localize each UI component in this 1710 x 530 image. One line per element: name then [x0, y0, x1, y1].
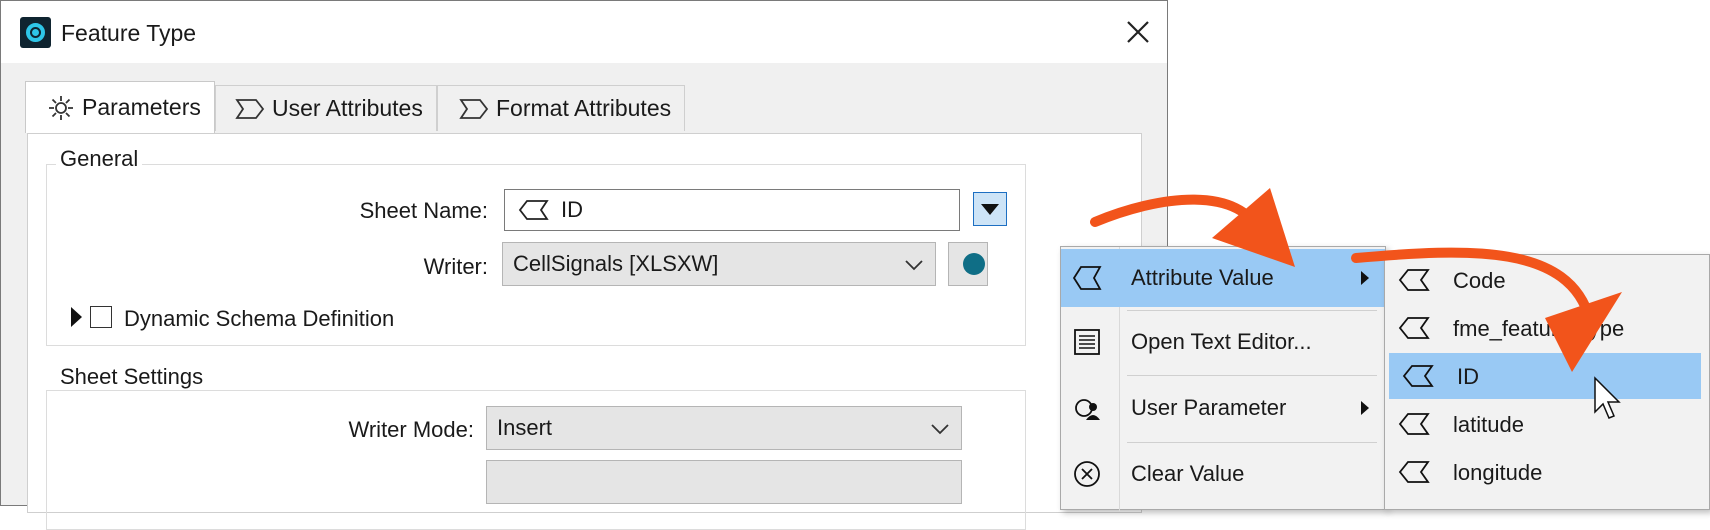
sheet-name-value: ID — [561, 197, 583, 222]
attribute-submenu: Code fme_feature_type ID latitude longit… — [1384, 254, 1710, 510]
dynamic-schema-checkbox[interactable] — [90, 306, 112, 328]
general-legend: General — [56, 146, 143, 172]
submenu-item-longitude[interactable]: longitude — [1385, 449, 1705, 495]
menu-item-clear-value[interactable]: Clear Value — [1061, 445, 1385, 503]
attribute-icon — [1398, 461, 1430, 483]
expand-triangle-icon[interactable] — [68, 304, 84, 330]
dynamic-schema-label: Dynamic Schema Definition — [124, 306, 401, 332]
next-setting-select[interactable] — [486, 460, 962, 504]
close-icon[interactable] — [1119, 13, 1157, 51]
sheet-name-label: Sheet Name: — [359, 198, 488, 223]
chevron-down-icon — [931, 424, 949, 435]
gear-icon — [49, 95, 73, 120]
attribute-icon — [1402, 365, 1434, 387]
attribute-icon — [1072, 266, 1102, 290]
submenu-item-id[interactable]: ID — [1389, 353, 1701, 399]
tab-user-attributes-label: User Attributes — [272, 95, 423, 121]
title-bar: Feature Type — [1, 1, 1167, 63]
dialog-title: Feature Type — [61, 20, 197, 46]
writer-mode-label: Writer Mode: — [348, 417, 474, 442]
submenu-item-latitude-label: latitude — [1453, 412, 1524, 437]
writer-select[interactable]: CellSignals [XLSXW] — [502, 242, 936, 286]
writer-mode-value: Insert — [497, 415, 553, 440]
feature-type-dialog: Feature Type Parameters User Attributes … — [0, 0, 1168, 530]
submenu-item-fme-feature-type-label: fme_feature_type — [1453, 316, 1625, 341]
menu-item-user-parameter[interactable]: User Parameter — [1061, 379, 1385, 437]
attribute-icon — [1398, 413, 1430, 435]
attribute-icon — [235, 98, 265, 119]
attribute-icon — [459, 98, 489, 119]
sheet-name-field[interactable]: ID — [504, 189, 960, 231]
writer-mode-select[interactable]: Insert — [486, 406, 962, 450]
writer-value: CellSignals [XLSXW] — [513, 251, 719, 276]
menu-item-clear-value-label: Clear Value — [1131, 461, 1245, 486]
submenu-item-latitude[interactable]: latitude — [1385, 401, 1705, 447]
submenu-item-longitude-label: longitude — [1453, 460, 1543, 485]
attribute-icon — [1398, 317, 1430, 339]
attribute-icon — [518, 200, 549, 220]
text-editor-icon — [1074, 329, 1100, 355]
menu-item-open-text-editor[interactable]: Open Text Editor... — [1061, 313, 1385, 371]
attribute-icon — [1398, 269, 1430, 291]
submenu-item-code-label: Code — [1453, 268, 1506, 293]
tab-format-attributes[interactable]: Format Attributes — [437, 85, 685, 131]
writer-label: Writer: — [423, 254, 488, 279]
context-menu: Attribute Value Open Text Editor... User… — [1060, 246, 1386, 511]
submenu-item-code[interactable]: Code — [1385, 257, 1705, 303]
submenu-item-fme-feature-type[interactable]: fme_feature_type — [1385, 305, 1705, 351]
sheet-settings-legend: Sheet Settings — [56, 364, 208, 390]
menu-item-attribute-value-label: Attribute Value — [1131, 265, 1274, 290]
tab-parameters[interactable]: Parameters — [25, 81, 215, 133]
tab-user-attributes[interactable]: User Attributes — [215, 85, 437, 131]
user-parameter-icon — [1075, 399, 1100, 420]
submenu-arrow-icon — [1361, 271, 1369, 285]
submenu-arrow-icon — [1361, 401, 1369, 415]
menu-item-user-parameter-label: User Parameter — [1131, 395, 1287, 420]
tab-parameters-label: Parameters — [82, 94, 201, 120]
menu-item-attribute-value[interactable]: Attribute Value — [1061, 249, 1385, 307]
sheet-name-dropdown-button[interactable] — [973, 192, 1007, 226]
submenu-item-id-label: ID — [1457, 364, 1479, 389]
menu-item-open-text-editor-label: Open Text Editor... — [1131, 329, 1312, 354]
tab-format-attributes-label: Format Attributes — [496, 95, 672, 121]
clear-icon — [1074, 461, 1100, 487]
writer-navigate-button[interactable] — [948, 242, 988, 286]
parameters-page: General Sheet Name: ID Writer: CellSigna… — [27, 133, 1142, 530]
chevron-down-icon — [905, 260, 923, 271]
fme-logo-icon — [20, 17, 51, 48]
triangle-down-icon — [981, 204, 999, 215]
